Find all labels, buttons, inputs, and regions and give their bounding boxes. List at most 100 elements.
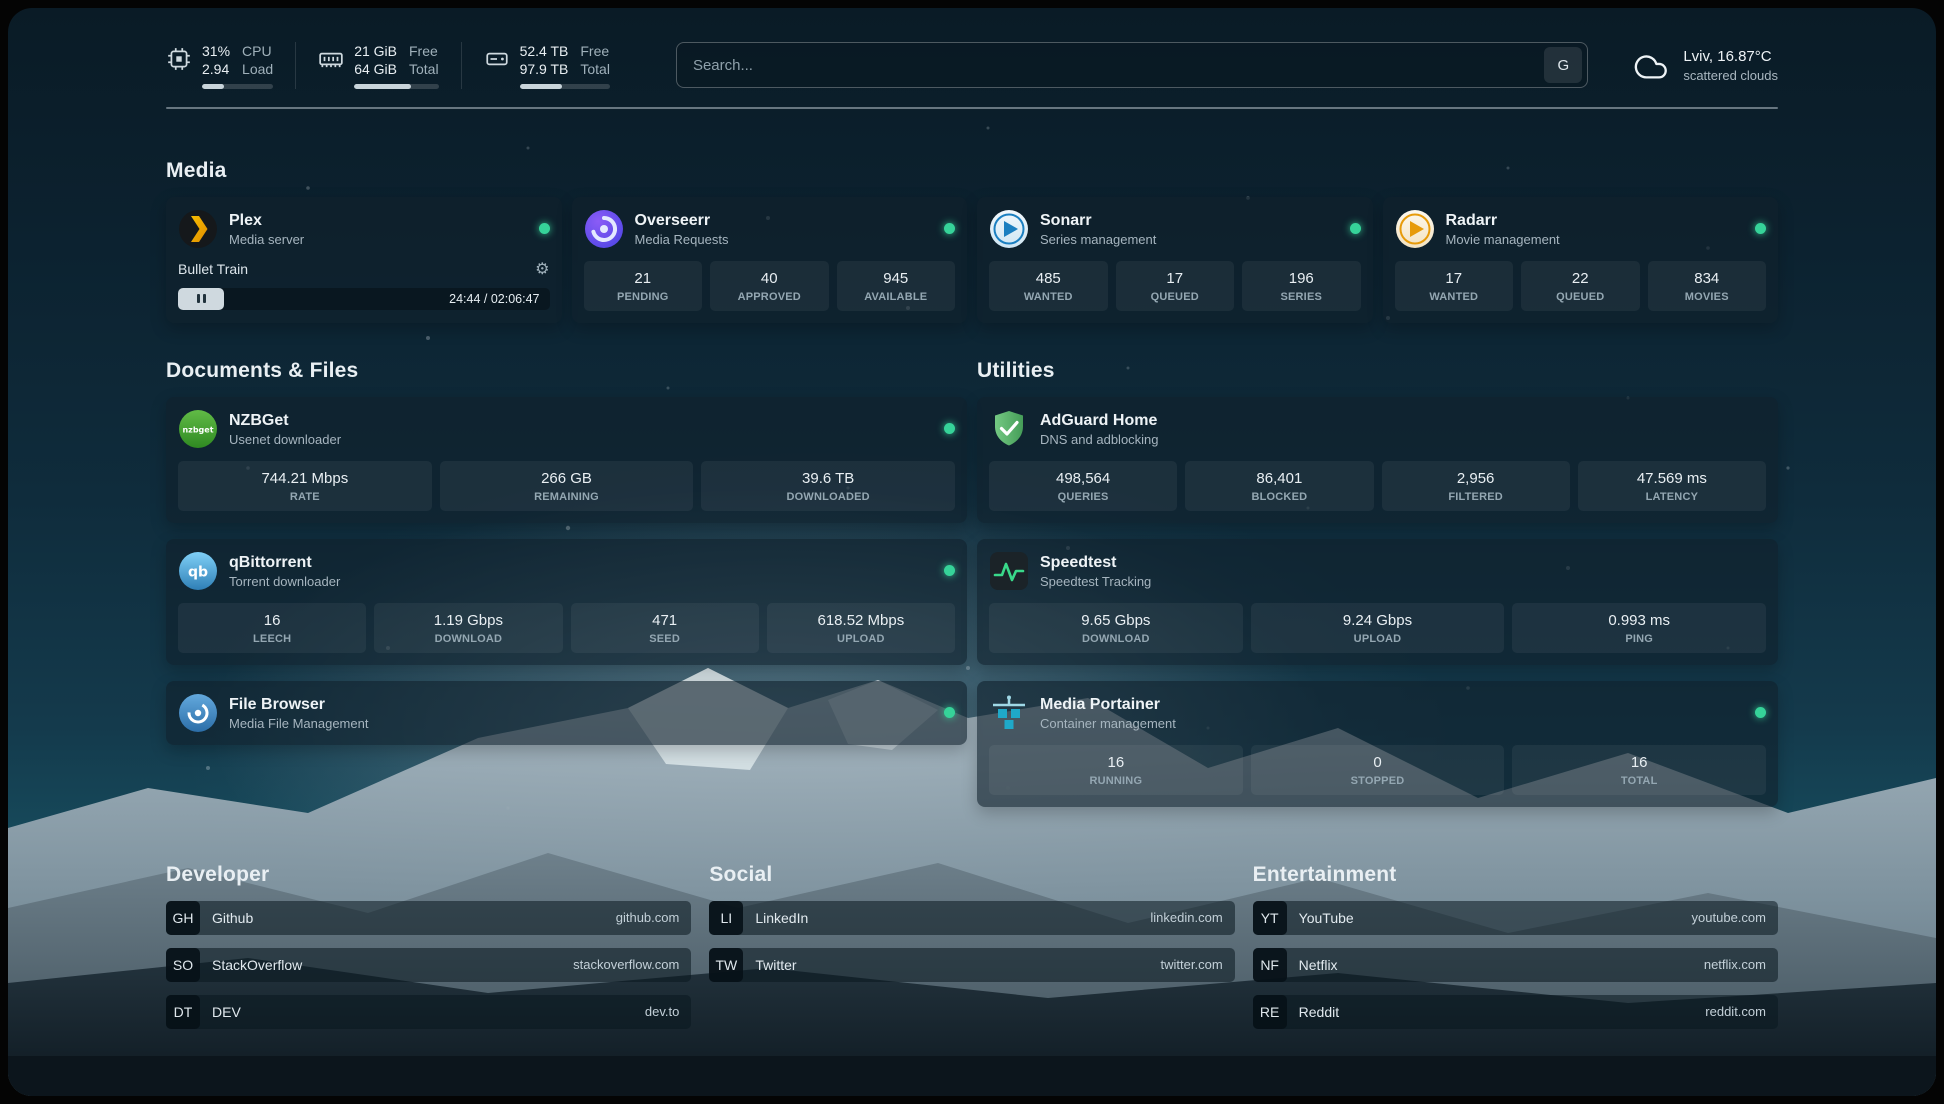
memory-label-bottom: Total	[409, 60, 439, 78]
app-card-sonarr[interactable]: Sonarr Series management 485 WANTED 17 Q…	[977, 197, 1373, 323]
section-title-documents: Documents & Files	[166, 359, 967, 383]
memory-label-top: Free	[409, 42, 439, 60]
stat-upload: 618.52 Mbps UPLOAD	[767, 603, 955, 653]
app-title: Radarr	[1446, 211, 1560, 230]
app-subtitle: Usenet downloader	[229, 432, 341, 447]
bookmark-abbr: DT	[166, 995, 200, 1029]
stat-stopped: 0 STOPPED	[1251, 745, 1505, 795]
bookmark-abbr: SO	[166, 948, 200, 982]
section-social: Social LI LinkedIn linkedin.com TW Twitt…	[709, 863, 1234, 1029]
sonarr-icon	[989, 209, 1029, 249]
app-card-adguard[interactable]: AdGuard Home DNS and adblocking 498,564 …	[977, 397, 1778, 523]
app-card-radarr[interactable]: Radarr Movie management 17 WANTED 22 QUE…	[1383, 197, 1779, 323]
app-subtitle: Media server	[229, 232, 304, 247]
app-subtitle: Media Requests	[635, 232, 729, 247]
bookmark-reddit[interactable]: RE Reddit reddit.com	[1253, 995, 1778, 1029]
gear-icon[interactable]: ⚙	[535, 259, 549, 279]
status-dot	[944, 423, 955, 434]
app-card-portainer[interactable]: Media Portainer Container management 16 …	[977, 681, 1778, 807]
cpu-percent: 31%	[202, 42, 230, 60]
section-documents: Documents & Files nzbget	[166, 359, 967, 745]
svg-text:nzbget: nzbget	[182, 425, 213, 434]
app-title: NZBGet	[229, 411, 341, 430]
stat-leech: 16 LEECH	[178, 603, 366, 653]
weather-location: Lviv, 16.87°C	[1683, 48, 1778, 65]
section-title-media: Media	[166, 159, 1778, 183]
bookmark-youtube[interactable]: YT YouTube youtube.com	[1253, 901, 1778, 935]
stat-ping: 0.993 ms PING	[1512, 603, 1766, 653]
stat-filtered: 2,956 FILTERED	[1382, 461, 1570, 511]
app-card-filebrowser[interactable]: File Browser Media File Management	[166, 681, 967, 745]
memory-free: 21 GiB	[354, 42, 397, 60]
bookmark-linkedin[interactable]: LI LinkedIn linkedin.com	[709, 901, 1234, 935]
weather-widget: Lviv, 16.87°C scattered clouds	[1632, 48, 1778, 83]
cpu-load: 2.94	[202, 60, 230, 78]
overseerr-icon	[584, 209, 624, 249]
app-card-qbittorrent[interactable]: qb qBittorrent Torrent downloader	[166, 539, 967, 665]
section-title-utilities: Utilities	[977, 359, 1778, 383]
portainer-icon	[989, 693, 1029, 733]
memory-widget: 21 GiB 64 GiB Free Total	[318, 42, 461, 89]
now-playing-title: Bullet Train	[178, 261, 248, 277]
cpu-icon	[166, 46, 192, 72]
disk-progress-bar	[520, 84, 610, 89]
bookmark-abbr: RE	[1253, 995, 1287, 1029]
app-card-nzbget[interactable]: nzbget NZBGet Usenet downloader 74	[166, 397, 967, 523]
bookmark-stackoverflow[interactable]: SO StackOverflow stackoverflow.com	[166, 948, 691, 982]
disk-widget: 52.4 TB 97.9 TB Free Total	[484, 42, 632, 89]
stat-series: 196 SERIES	[1242, 261, 1361, 311]
app-card-speedtest[interactable]: Speedtest Speedtest Tracking 9.65 Gbps D…	[977, 539, 1778, 665]
weather-condition: scattered clouds	[1683, 68, 1778, 83]
bookmark-github[interactable]: GH Github github.com	[166, 901, 691, 935]
filebrowser-icon	[178, 693, 218, 733]
disk-icon	[484, 46, 510, 72]
dashboard: 31% 2.94 CPU Load	[8, 8, 1936, 1096]
stat-wanted: 485 WANTED	[989, 261, 1108, 311]
app-title: Sonarr	[1040, 211, 1156, 230]
bookmark-abbr: LI	[709, 901, 743, 935]
bookmark-dev[interactable]: DT DEV dev.to	[166, 995, 691, 1029]
status-dot	[539, 223, 550, 234]
disk-total: 97.9 TB	[520, 60, 569, 78]
disk-label-bottom: Total	[580, 60, 610, 78]
bookmark-abbr: GH	[166, 901, 200, 935]
stat-queries: 498,564 QUERIES	[989, 461, 1177, 511]
search-input[interactable]	[677, 57, 1544, 74]
plex-icon	[178, 209, 218, 249]
top-bar: 31% 2.94 CPU Load	[166, 42, 1778, 89]
app-subtitle: Movie management	[1446, 232, 1560, 247]
memory-total: 64 GiB	[354, 60, 397, 78]
section-media: Media Plex	[166, 159, 1778, 323]
bookmark-abbr: TW	[709, 948, 743, 982]
cloud-icon	[1632, 49, 1670, 81]
status-dot	[1755, 707, 1766, 718]
cpu-widget: 31% 2.94 CPU Load	[166, 42, 296, 89]
app-card-plex[interactable]: Plex Media server Bullet Train ⚙ 24:44 /…	[166, 197, 562, 323]
search-engine-button[interactable]: G	[1544, 47, 1582, 83]
status-dot	[944, 223, 955, 234]
app-card-overseerr[interactable]: Overseerr Media Requests 21 PENDING 40 A…	[572, 197, 968, 323]
stat-latency: 47.569 ms LATENCY	[1578, 461, 1766, 511]
section-title-entertainment: Entertainment	[1253, 863, 1778, 887]
playback-time: 24:44 / 02:06:47	[449, 292, 539, 306]
status-dot	[1755, 223, 1766, 234]
stat-running: 16 RUNNING	[989, 745, 1243, 795]
pause-button[interactable]	[178, 288, 224, 310]
disk-label-top: Free	[580, 42, 610, 60]
section-utilities: Utilities	[977, 359, 1778, 807]
status-dot	[944, 565, 955, 576]
bookmark-abbr: NF	[1253, 948, 1287, 982]
app-subtitle: DNS and adblocking	[1040, 432, 1159, 447]
stat-downloaded: 39.6 TB DOWNLOADED	[701, 461, 955, 511]
speedtest-icon	[989, 551, 1029, 591]
stat-movies: 834 MOVIES	[1648, 261, 1767, 311]
app-title: Overseerr	[635, 211, 729, 230]
cpu-progress-bar	[202, 84, 273, 89]
cpu-label-top: CPU	[242, 42, 273, 60]
bookmark-twitter[interactable]: TW Twitter twitter.com	[709, 948, 1234, 982]
stat-total: 16 TOTAL	[1512, 745, 1766, 795]
playback-progress[interactable]: 24:44 / 02:06:47	[178, 288, 550, 310]
search-bar: G	[676, 42, 1588, 88]
bookmark-netflix[interactable]: NF Netflix netflix.com	[1253, 948, 1778, 982]
header-divider	[166, 107, 1778, 109]
